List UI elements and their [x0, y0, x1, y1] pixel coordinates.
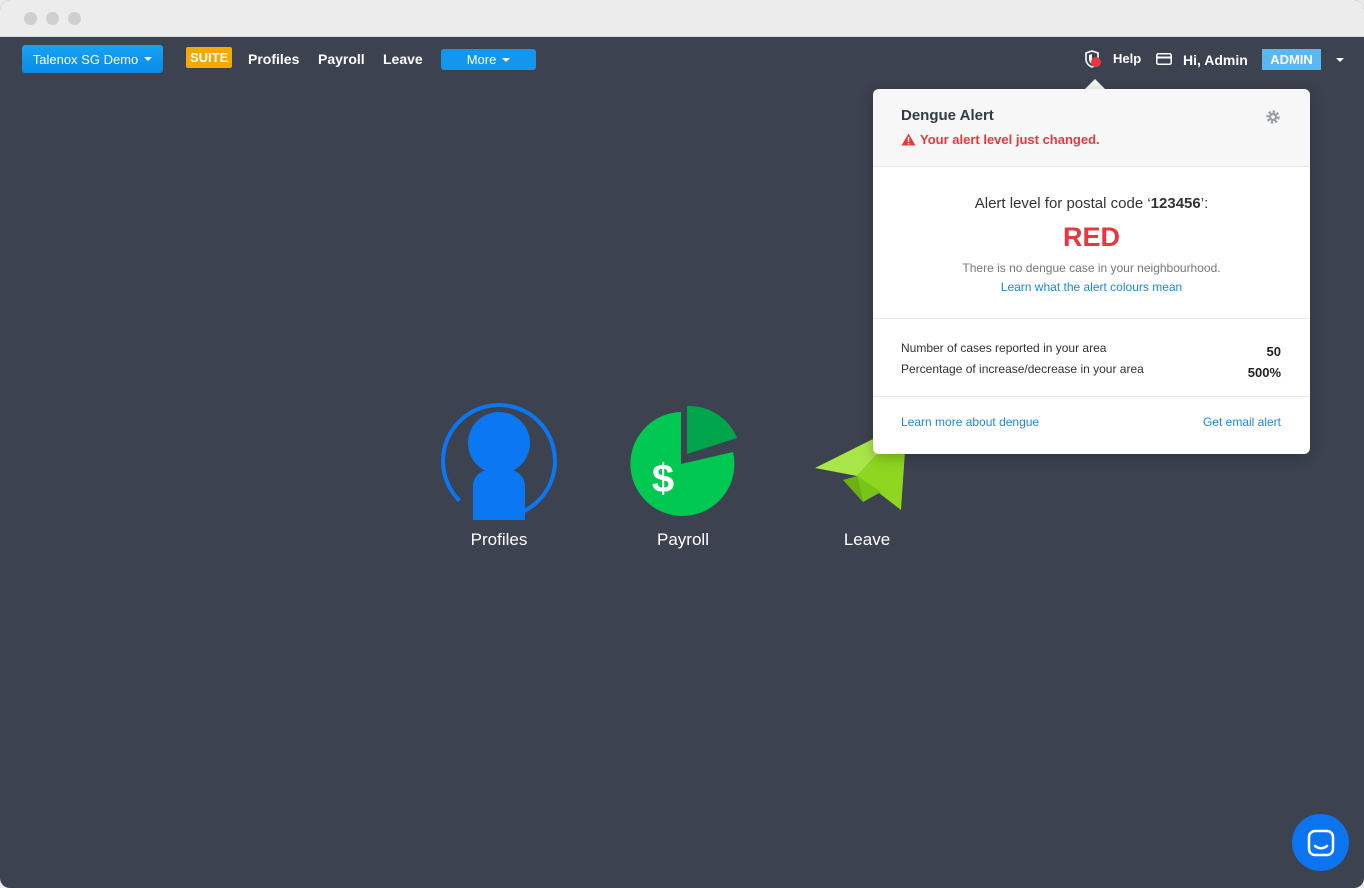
alert-level-prefix: Alert level for postal code ‘ [974, 195, 1151, 212]
top-navigation: Talenox SG Demo SUITE Profiles Payroll L… [0, 36, 1364, 84]
stat-label-cases: Number of cases reported in your area [901, 341, 1107, 355]
billing-card-icon[interactable] [1156, 52, 1172, 65]
warning-triangle-icon [901, 133, 916, 146]
stat-value-percentage: 500% [1247, 365, 1281, 380]
nav-link-leave[interactable]: Leave [383, 51, 423, 67]
chat-icon [1307, 829, 1334, 856]
dengue-alert-shield-icon[interactable] [1081, 48, 1107, 74]
get-email-alert-link[interactable]: Get email alert [1203, 415, 1281, 429]
alert-level-value: RED [1062, 222, 1120, 252]
alert-changed-text: Your alert level just changed. [920, 132, 1100, 147]
dengue-alert-popover: Dengue Alert Your alert level just chang… [873, 89, 1310, 454]
alert-changed-message: Your alert level just changed. [901, 132, 1100, 147]
alert-level-description: There is no dengue case in your neighbou… [962, 261, 1221, 275]
chevron-down-icon [502, 57, 511, 62]
chevron-down-icon [144, 57, 153, 61]
module-label-leave: Leave [843, 530, 891, 549]
popover-title: Dengue Alert [901, 107, 994, 124]
popover-arrow [1085, 79, 1105, 89]
window-minimize-button[interactable] [46, 12, 59, 25]
company-switcher-button[interactable]: Talenox SG Demo [22, 45, 163, 73]
user-greeting[interactable]: Hi, Admin [1183, 52, 1248, 68]
alert-level-section: Alert level for postal code ‘123456’: RE… [873, 167, 1310, 319]
role-badge[interactable]: ADMIN [1262, 49, 1321, 70]
alert-stats-section: Number of cases reported in your area 50… [873, 319, 1310, 397]
learn-more-dengue-link[interactable]: Learn more about dengue [901, 415, 1039, 429]
more-label: More [466, 52, 497, 67]
nav-link-payroll[interactable]: Payroll [318, 51, 365, 67]
app-window: Talenox SG Demo SUITE Profiles Payroll L… [0, 0, 1364, 888]
popover-header: Dengue Alert Your alert level just chang… [873, 89, 1310, 167]
popover-footer: Learn more about dengue Get email alert [873, 397, 1310, 454]
module-profiles[interactable]: Profiles [429, 400, 569, 555]
more-menu-button[interactable]: More [441, 49, 536, 70]
company-label: Talenox SG Demo [32, 51, 139, 67]
window-zoom-button[interactable] [68, 12, 81, 25]
help-link[interactable]: Help [1113, 51, 1141, 66]
settings-gear-icon[interactable] [1265, 109, 1281, 125]
window-titlebar [0, 0, 1364, 37]
payroll-icon: $ [630, 405, 737, 516]
postal-code: 123456 [1150, 195, 1201, 212]
suite-badge[interactable]: SUITE [186, 47, 233, 68]
alert-level-line: Alert level for postal code ‘123456’: [873, 195, 1310, 212]
stat-value-cases: 50 [1266, 344, 1281, 359]
alert-colours-link[interactable]: Learn what the alert colours mean [873, 280, 1310, 294]
stat-label-percentage: Percentage of increase/decrease in your … [901, 362, 1144, 376]
profile-icon [440, 403, 557, 520]
module-payroll[interactable]: $ Payroll [613, 400, 753, 555]
module-label-payroll: Payroll [657, 530, 709, 549]
nav-link-profiles[interactable]: Profiles [248, 51, 299, 67]
dollar-sign-icon: $ [652, 457, 674, 501]
user-menu-chevron-down-icon[interactable] [1336, 58, 1344, 62]
chat-launcher-button[interactable] [1292, 814, 1349, 871]
window-close-button[interactable] [24, 12, 37, 25]
alert-level-suffix: ’: [1200, 195, 1209, 212]
module-label-profiles: Profiles [470, 530, 528, 549]
